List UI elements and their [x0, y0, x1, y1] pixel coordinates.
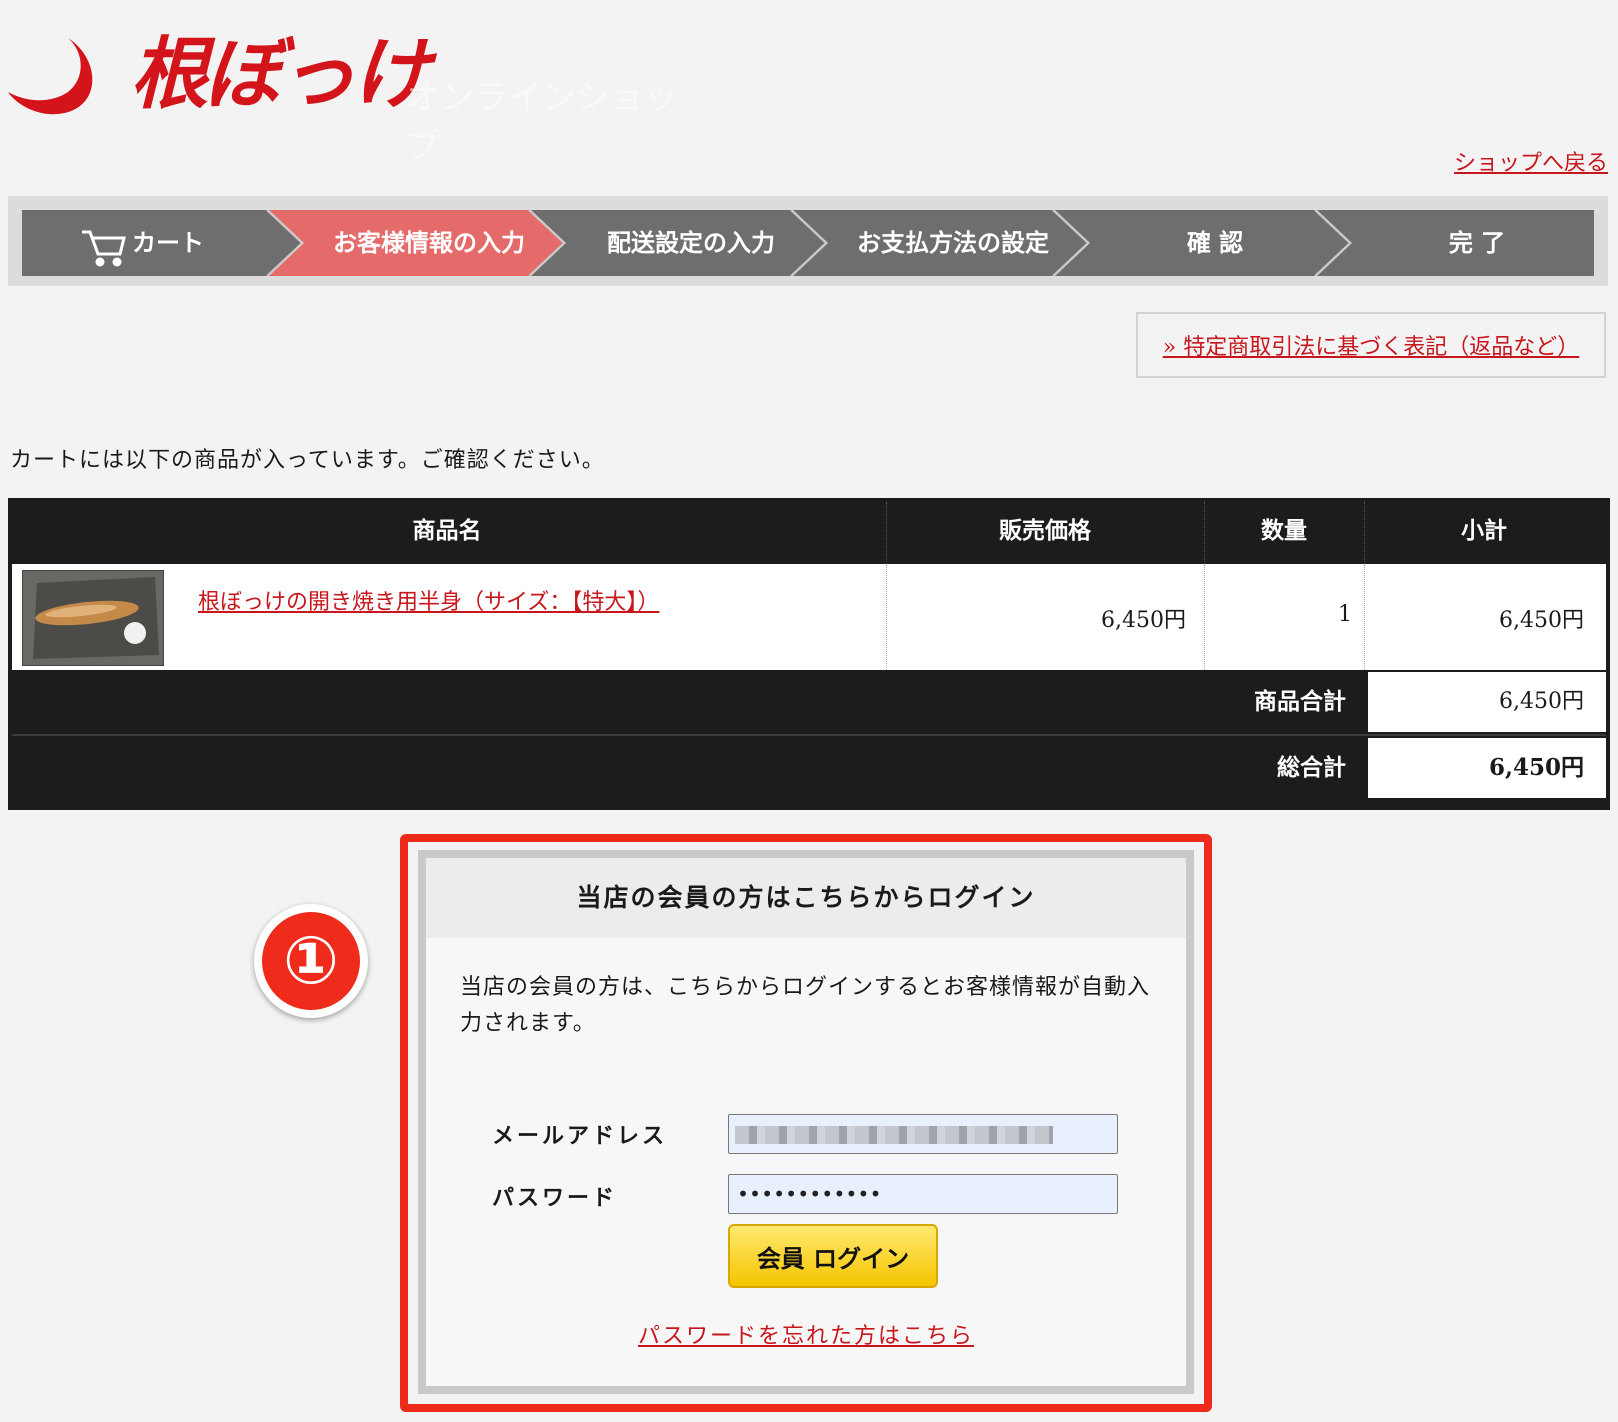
forgot-password-link[interactable]: パスワードを忘れた方はこちら: [638, 1324, 974, 1349]
step-complete: 完 了: [1448, 229, 1506, 257]
step-customer-info: お客様情報の入力: [333, 229, 525, 257]
step-cart: カート: [132, 229, 204, 257]
password-field[interactable]: ••••••••••••: [728, 1174, 1118, 1214]
header-price: 販売価格: [999, 517, 1091, 544]
header-qty: 数量: [1261, 517, 1307, 544]
grand-total-value: 6,450円: [1368, 738, 1606, 798]
step-confirm: 確 認: [1186, 229, 1244, 257]
table-row: 根ぼっけの開き焼き用半身（サイズ：【特大】） 6,450円 1 6,450円: [12, 564, 1606, 670]
header-product-name: 商品名: [412, 517, 482, 544]
email-field[interactable]: [728, 1114, 1118, 1154]
fish-image: [33, 577, 159, 659]
cart-table: 商品名 販売価格 数量 小計 根ぼっけの開き焼き用半身（サイズ：【特大】） 6,…: [8, 498, 1610, 810]
email-label: メールアドレス: [492, 1123, 668, 1149]
product-total-value: 6,450円: [1368, 672, 1606, 732]
member-login-button[interactable]: 会員 ログイン: [728, 1224, 938, 1288]
header-subtotal: 小計: [1461, 517, 1507, 544]
forgot-password-row: パスワードを忘れた方はこちら: [426, 1318, 1186, 1350]
moon-logo-icon: [8, 38, 93, 115]
product-total-row: 商品合計 6,450円: [12, 672, 1606, 732]
product-thumbnail[interactable]: [22, 570, 164, 666]
legal-notice-link[interactable]: » 特定商取引法に基づく表記（返品など）: [1163, 329, 1579, 361]
product-total-label: 商品合計: [1254, 688, 1346, 715]
login-title: 当店の会員の方はこちらからログイン: [426, 858, 1186, 938]
login-description: 当店の会員の方は、こちらからログインするとお客様情報が自動入力されます。: [460, 975, 1151, 1036]
password-label: パスワード: [492, 1185, 618, 1211]
badge-number: ①: [262, 912, 360, 1010]
grand-total-label: 総合計: [1277, 754, 1346, 781]
shop-logo[interactable]: 根ぼっけ オンラインショップ: [6, 29, 706, 167]
checkout-progress: カート お客様情報の入力 配送設定の入力 お支払方法の設定 確 認 完 了: [8, 196, 1608, 286]
item-subtotal: 6,450円: [1499, 608, 1584, 633]
logo-text: 根ぼっけ: [130, 29, 430, 120]
step-payment: お支払方法の設定: [857, 229, 1049, 257]
back-to-shop-link[interactable]: ショップへ戻る: [1454, 145, 1608, 177]
item-qty: 1: [1338, 602, 1352, 627]
item-price: 6,450円: [1101, 608, 1186, 633]
step-number-badge: ①: [254, 904, 368, 1018]
step-delivery: 配送設定の入力: [607, 229, 775, 257]
legal-notice-box: » 特定商取引法に基づく表記（返品など）: [1136, 312, 1606, 378]
product-link[interactable]: 根ぼっけの開き焼き用半身（サイズ：【特大】）: [198, 584, 659, 616]
grand-total-row: 総合計 6,450円: [12, 738, 1606, 798]
logo-subtitle: オンラインショップ: [406, 78, 678, 167]
cart-intro-text: カートには以下の商品が入っています。ご確認ください。: [10, 448, 605, 473]
member-login-panel: 当店の会員の方はこちらからログイン 当店の会員の方は、こちらからログインするとお…: [418, 850, 1194, 1394]
